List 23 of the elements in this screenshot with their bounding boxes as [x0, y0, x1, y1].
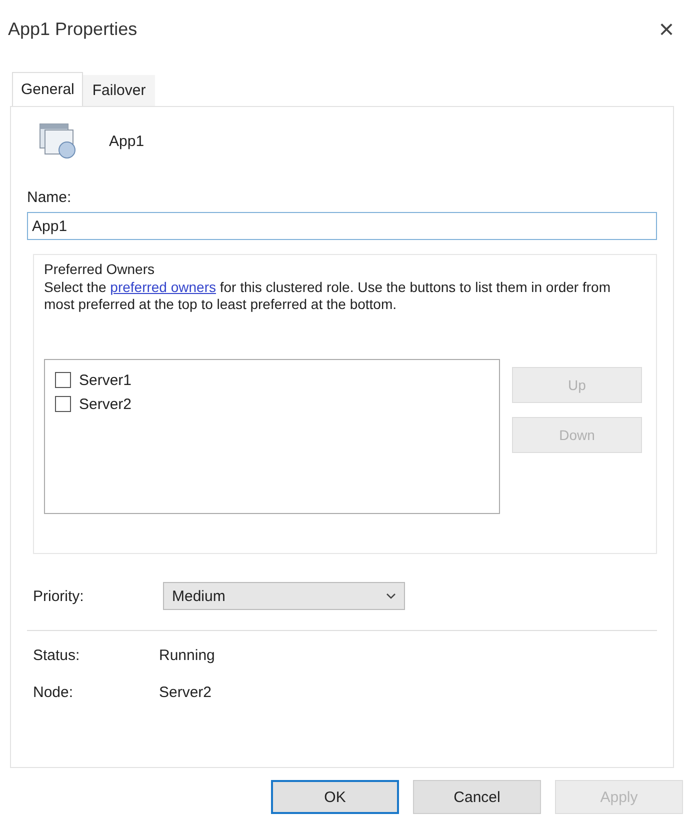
server-label: Server2 — [79, 396, 132, 412]
description-text: Select the preferred owners for this clustered role. Use the buttons to list them in order from most preferred at the top to least preferred at the bottom. — [44, 279, 612, 313]
server-label: Server1 — [79, 372, 132, 388]
group-title: Preferred Owners — [44, 261, 156, 277]
close-button[interactable]: × — [654, 16, 678, 42]
info-value: Server2 — [159, 684, 212, 701]
info-label: Node: — [32, 684, 74, 701]
priority-dropdown[interactable]: Medium — [163, 582, 405, 610]
name-field[interactable]: App1 — [27, 212, 657, 240]
info-label: Status: — [32, 647, 81, 664]
role-name: App1 — [109, 132, 144, 150]
priority-label: Priority: — [32, 588, 85, 604]
checkbox[interactable] — [55, 372, 71, 388]
info-value: Running — [159, 647, 215, 664]
tab[interactable]: Failover — [83, 75, 155, 106]
tab[interactable]: General — [12, 72, 84, 106]
dialog-button[interactable]: OK — [271, 780, 399, 814]
checkbox[interactable] — [55, 396, 71, 412]
window-title: App1 Properties — [8, 18, 138, 40]
dialog-button[interactable]: Cancel — [413, 780, 541, 814]
field-label: Name: — [27, 189, 72, 206]
preferred-owners-link[interactable]: preferred owners — [110, 279, 216, 295]
chevron-down-icon — [386, 593, 396, 599]
